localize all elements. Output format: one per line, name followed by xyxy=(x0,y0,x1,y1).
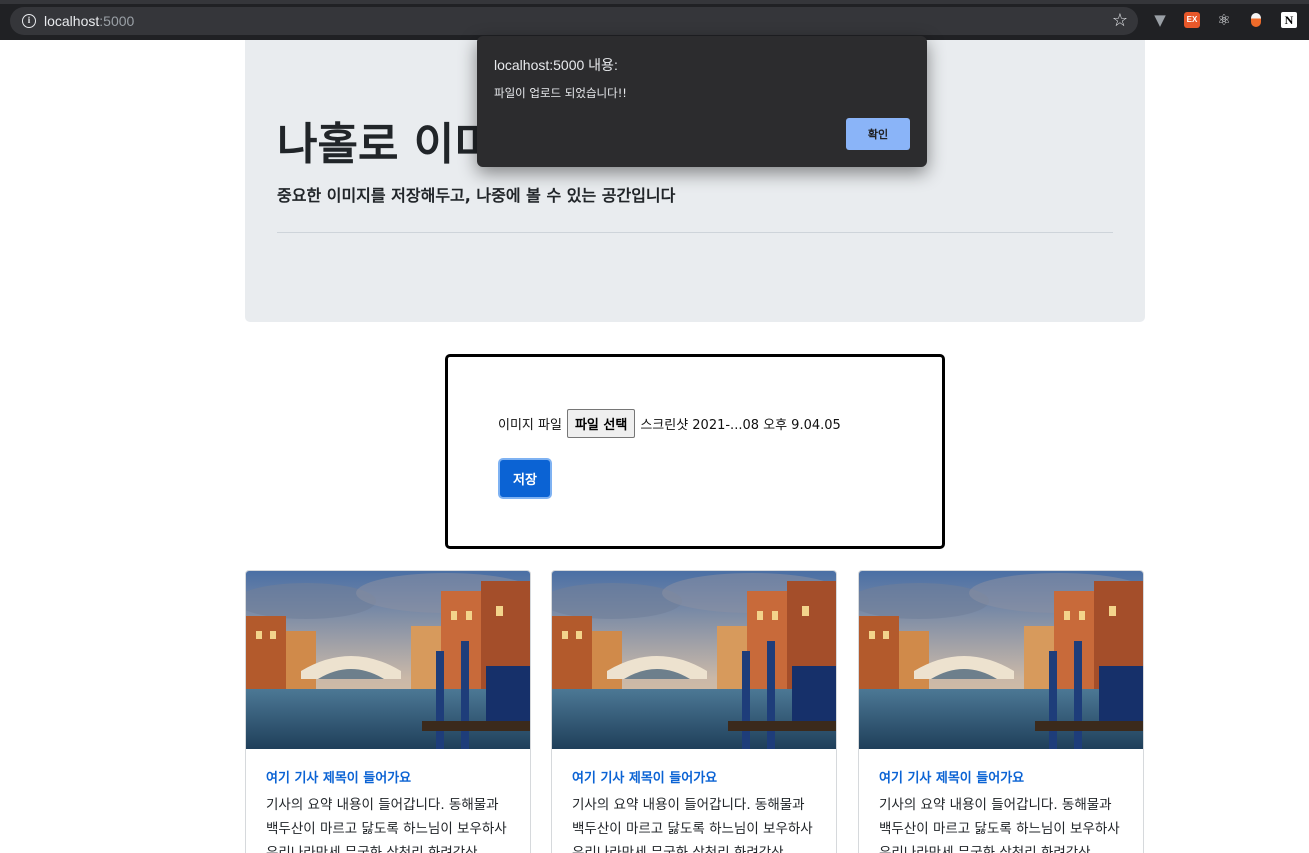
card-image xyxy=(246,571,530,749)
card-image xyxy=(859,571,1143,749)
browser-toolbar: i localhost:5000 ☆ ▼ EX ⚛ N xyxy=(0,0,1309,40)
alert-title: localhost:5000 내용: xyxy=(494,57,618,73)
capsule-extension-icon[interactable] xyxy=(1248,12,1264,28)
selected-file-name: 스크린샷 2021-...08 오후 9.04.05 xyxy=(640,418,841,433)
url-host: localhost xyxy=(44,13,100,29)
notion-icon[interactable]: N xyxy=(1281,12,1297,28)
card-title[interactable]: 여기 기사 제목이 들어가요 xyxy=(572,771,818,787)
react-devtools-icon[interactable]: ⚛ xyxy=(1216,12,1232,28)
card-title[interactable]: 여기 기사 제목이 들어가요 xyxy=(879,771,1125,787)
url-text[interactable]: localhost:5000 xyxy=(44,13,134,29)
star-icon[interactable]: ☆ xyxy=(1112,10,1128,31)
url-port: :5000 xyxy=(99,13,135,29)
tab-strip-edge xyxy=(0,0,1309,4)
choose-file-button[interactable]: 파일 선택 xyxy=(566,409,636,438)
card-title[interactable]: 여기 기사 제목이 들어가요 xyxy=(266,771,512,787)
card-text: 기사의 요약 내용이 들어갑니다. 동해물과 백두산이 마르고 닳도록 하느님이… xyxy=(879,797,1120,853)
page-subtitle: 중요한 이미지를 저장해두고, 나중에 볼 수 있는 공간입니다 xyxy=(277,186,676,205)
address-bar[interactable]: i localhost:5000 ☆ xyxy=(10,7,1138,35)
page-title: 나홀로 이미 xyxy=(277,119,495,170)
card-body: 여기 기사 제목이 들어가요 기사의 요약 내용이 들어갑니다. 동해물과 백두… xyxy=(572,771,818,853)
article-card: 여기 기사 제목이 들어가요 기사의 요약 내용이 들어갑니다. 동해물과 백두… xyxy=(858,570,1144,853)
article-card: 여기 기사 제목이 들어가요 기사의 요약 내용이 들어갑니다. 동해물과 백두… xyxy=(551,570,837,853)
file-input-label: 이미지 파일 xyxy=(498,418,562,433)
upload-form: 이미지 파일 파일 선택 스크린샷 2021-...08 오후 9.04.05 … xyxy=(445,354,945,549)
card-body: 여기 기사 제목이 들어가요 기사의 요약 내용이 들어갑니다. 동해물과 백두… xyxy=(879,771,1125,853)
divider xyxy=(277,232,1113,233)
info-icon[interactable]: i xyxy=(22,14,36,28)
article-card: 여기 기사 제목이 들어가요 기사의 요약 내용이 들어갑니다. 동해물과 백두… xyxy=(245,570,531,853)
card-text: 기사의 요약 내용이 들어갑니다. 동해물과 백두산이 마르고 닳도록 하느님이… xyxy=(572,797,813,853)
alert-dialog: localhost:5000 내용: 파일이 업로드 되었습니다!! 확인 xyxy=(477,36,927,167)
alert-ok-button[interactable]: 확인 xyxy=(846,118,910,150)
ex-extension-icon[interactable]: EX xyxy=(1184,12,1200,28)
save-button[interactable]: 저장 xyxy=(498,458,552,499)
card-image xyxy=(552,571,836,749)
alert-message: 파일이 업로드 되었습니다!! xyxy=(494,86,627,100)
card-body: 여기 기사 제목이 들어가요 기사의 요약 내용이 들어갑니다. 동해물과 백두… xyxy=(266,771,512,853)
file-input-row: 이미지 파일 파일 선택 스크린샷 2021-...08 오후 9.04.05 xyxy=(498,409,841,438)
card-text: 기사의 요약 내용이 들어갑니다. 동해물과 백두산이 마르고 닳도록 하느님이… xyxy=(266,797,507,853)
vue-devtools-icon[interactable]: ▼ xyxy=(1152,12,1168,28)
